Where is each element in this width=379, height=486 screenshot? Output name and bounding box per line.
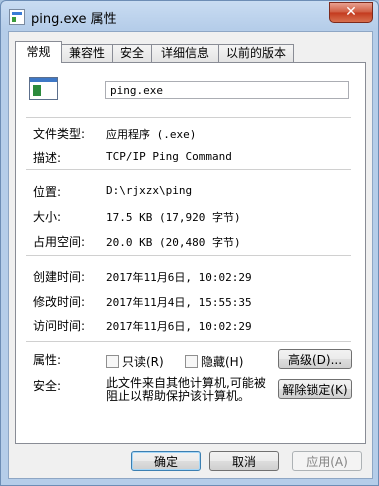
hidden-checkbox[interactable]: 隐藏(H) <box>185 353 243 370</box>
dialog-client: 常规 兼容性 安全 详细信息 以前的版本 ping.exe 文件类型: 应用程序… <box>8 31 373 479</box>
tab-compatibility[interactable]: 兼容性 <box>61 44 113 62</box>
window-title: ping.exe 属性 <box>31 12 117 27</box>
cancel-button[interactable]: 取消 <box>209 451 279 471</box>
title-bar[interactable]: ping.exe 属性 ✕ <box>1 1 378 31</box>
tab-details[interactable]: 详细信息 <box>151 44 219 62</box>
security-label: 安全: <box>33 379 62 393</box>
created-value: 2017年11月6日, 10:02:29 <box>106 271 252 284</box>
description-value: TCP/IP Ping Command <box>106 150 232 163</box>
file-type-value: 应用程序 (.exe) <box>106 128 197 141</box>
readonly-checkbox[interactable]: 只读(R) <box>106 353 164 370</box>
checkbox-box[interactable] <box>185 355 198 368</box>
size-on-disk-label: 占用空间: <box>33 235 86 249</box>
separator <box>26 255 351 256</box>
exe-file-icon <box>29 77 58 100</box>
tab-general[interactable]: 常规 <box>15 41 62 63</box>
size-on-disk-value: 20.0 KB (20,480 字节) <box>106 236 241 249</box>
accessed-label: 访问时间: <box>33 319 86 333</box>
file-name-input[interactable]: ping.exe <box>105 81 349 99</box>
unblock-button[interactable]: 解除锁定(K) <box>278 379 352 399</box>
created-label: 创建时间: <box>33 270 86 284</box>
security-message: 此文件来自其他计算机,可能被阻止以帮助保护该计算机。 <box>106 376 266 403</box>
apply-button[interactable]: 应用(A) <box>292 451 362 471</box>
separator <box>26 341 351 342</box>
separator <box>26 117 351 118</box>
modified-label: 修改时间: <box>33 295 86 309</box>
advanced-button[interactable]: 高级(D)... <box>278 349 352 369</box>
properties-window: ping.exe 属性 ✕ 常规 兼容性 安全 详细信息 以前的版本 ping.… <box>0 0 379 486</box>
checkbox-box[interactable] <box>106 355 119 368</box>
accessed-value: 2017年11月6日, 10:02:29 <box>106 320 252 333</box>
size-label: 大小: <box>33 210 62 224</box>
app-icon <box>9 9 25 25</box>
modified-value: 2017年11月4日, 15:55:35 <box>106 296 252 309</box>
ok-button[interactable]: 确定 <box>131 451 201 471</box>
readonly-label: 只读(R) <box>122 355 164 369</box>
separator <box>26 169 351 170</box>
close-icon: ✕ <box>345 4 357 20</box>
size-value: 17.5 KB (17,920 字节) <box>106 211 241 224</box>
general-tab-panel: ping.exe 文件类型: 应用程序 (.exe) 描述: TCP/IP Pi… <box>15 62 366 444</box>
close-button[interactable]: ✕ <box>329 2 373 23</box>
location-label: 位置: <box>33 185 62 199</box>
location-value: D:\rjxzx\ping <box>106 184 193 197</box>
tab-security[interactable]: 安全 <box>112 44 152 62</box>
hidden-label: 隐藏(H) <box>201 355 244 369</box>
description-label: 描述: <box>33 151 62 165</box>
tab-previous-versions[interactable]: 以前的版本 <box>218 44 294 62</box>
attributes-label: 属性: <box>33 353 62 367</box>
file-type-label: 文件类型: <box>33 127 86 141</box>
